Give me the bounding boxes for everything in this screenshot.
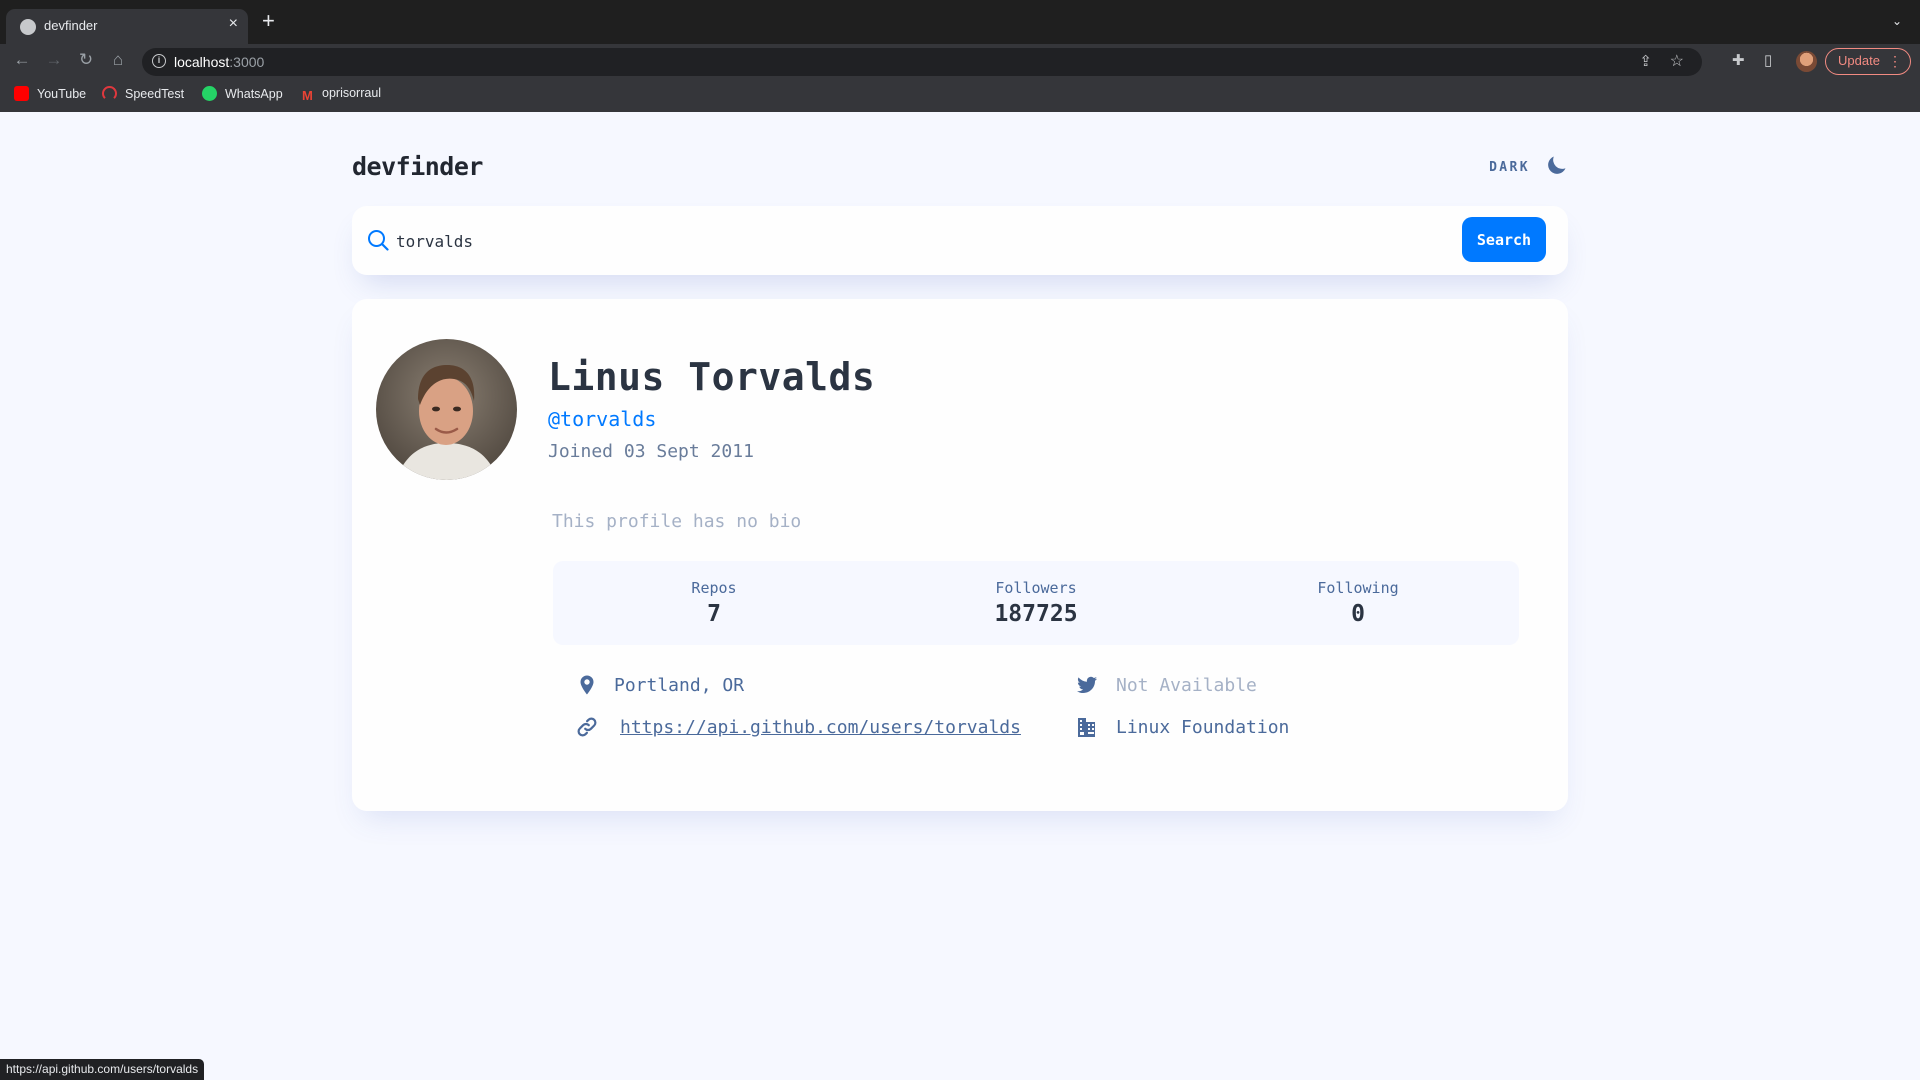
new-tab-button[interactable]: +	[262, 10, 275, 32]
search-button[interactable]: Search	[1462, 217, 1546, 262]
address-bar[interactable]: i localhost:3000 ⇪ ☆	[142, 48, 1702, 76]
profile-name: Linus Torvalds	[548, 355, 876, 399]
extensions-icon[interactable]: ✚	[1732, 51, 1745, 69]
profile-stats: Repos 7 Followers 187725 Following 0	[553, 561, 1519, 645]
stat-followers-label: Followers	[995, 579, 1077, 597]
browser-toolbar: ← → ↻ ⌂ i localhost:3000 ⇪ ☆ ✚ ▯ Update …	[0, 44, 1920, 78]
twitter-icon	[1077, 676, 1097, 694]
building-icon	[1078, 718, 1095, 737]
status-bar-url: https://api.github.com/users/torvalds	[0, 1059, 205, 1080]
profile-avatar-icon[interactable]	[1796, 51, 1817, 72]
blog-url-link[interactable]: https://api.github.com/users/torvalds	[620, 717, 1021, 738]
bookmark-youtube[interactable]: YouTube	[14, 86, 86, 101]
moon-icon	[1548, 156, 1566, 174]
profile-card: Linus Torvalds @torvalds Joined 03 Sept …	[352, 299, 1568, 811]
browser-tab[interactable]: devfinder ×	[6, 9, 248, 44]
address-url[interactable]: localhost:3000	[174, 54, 264, 70]
bookmark-whatsapp[interactable]: WhatsApp	[202, 86, 283, 101]
stat-repos-label: Repos	[691, 579, 737, 597]
meta-location-text: Portland, OR	[614, 675, 745, 696]
forward-arrow-icon[interactable]: →	[42, 49, 66, 71]
profile-handle[interactable]: @torvalds	[548, 407, 656, 431]
stat-repos-value: 7	[707, 601, 721, 627]
bookmark-gmail[interactable]: Moprisorraul	[302, 86, 381, 103]
stat-followers: Followers 187725	[936, 579, 1136, 627]
search-input[interactable]	[396, 223, 1396, 259]
bookmarks-bar: YouTube SpeedTest WhatsApp Moprisorraul	[0, 78, 1920, 112]
profile-avatar	[376, 339, 517, 480]
reload-icon[interactable]: ↻	[74, 49, 98, 71]
app-header: devfinder DARK	[352, 148, 1568, 188]
profile-bio: This profile has no bio	[552, 511, 802, 532]
home-icon[interactable]: ⌂	[106, 49, 130, 71]
theme-toggle[interactable]: DARK	[1458, 154, 1568, 182]
site-info-icon[interactable]: i	[152, 54, 166, 68]
tab-search-icon[interactable]: ⌄	[1892, 14, 1902, 28]
app-logo: devfinder	[352, 152, 483, 181]
more-menu-icon: ⋮	[1888, 53, 1902, 69]
location-pin-icon	[580, 675, 594, 695]
gmail-icon: M	[302, 88, 313, 103]
tab-strip: devfinder × + ⌄	[0, 0, 1920, 44]
side-panel-icon[interactable]: ▯	[1764, 51, 1772, 69]
meta-company-text: Linux Foundation	[1116, 717, 1290, 738]
stat-followers-value: 187725	[994, 601, 1078, 627]
stat-repos: Repos 7	[614, 579, 814, 627]
speedtest-icon	[102, 86, 117, 101]
update-button[interactable]: Update ⋮	[1825, 48, 1911, 75]
tab-title: devfinder	[44, 18, 98, 33]
meta-twitter-text: Not Available	[1116, 675, 1257, 696]
update-label: Update	[1838, 53, 1880, 68]
search-icon	[368, 230, 389, 251]
share-icon[interactable]: ⇪	[1639, 52, 1652, 70]
tab-favicon-icon	[20, 19, 36, 35]
bookmark-speedtest[interactable]: SpeedTest	[102, 86, 184, 101]
theme-toggle-label: DARK	[1489, 160, 1530, 175]
browser-chrome: devfinder × + ⌄ ← → ↻ ⌂ i localhost:3000…	[0, 0, 1920, 112]
bookmark-star-icon[interactable]: ☆	[1670, 51, 1684, 71]
stat-following: Following 0	[1258, 579, 1458, 627]
stat-following-value: 0	[1351, 601, 1365, 627]
back-arrow-icon[interactable]: ←	[10, 49, 34, 71]
tab-close-icon[interactable]: ×	[229, 15, 238, 33]
profile-joined-date: Joined 03 Sept 2011	[548, 441, 754, 462]
youtube-icon	[14, 86, 29, 101]
whatsapp-icon	[202, 86, 217, 101]
stat-following-label: Following	[1317, 579, 1399, 597]
link-icon	[577, 717, 597, 737]
search-bar: Search	[352, 206, 1568, 275]
meta-blog-link[interactable]: https://api.github.com/users/torvalds	[620, 717, 1021, 738]
